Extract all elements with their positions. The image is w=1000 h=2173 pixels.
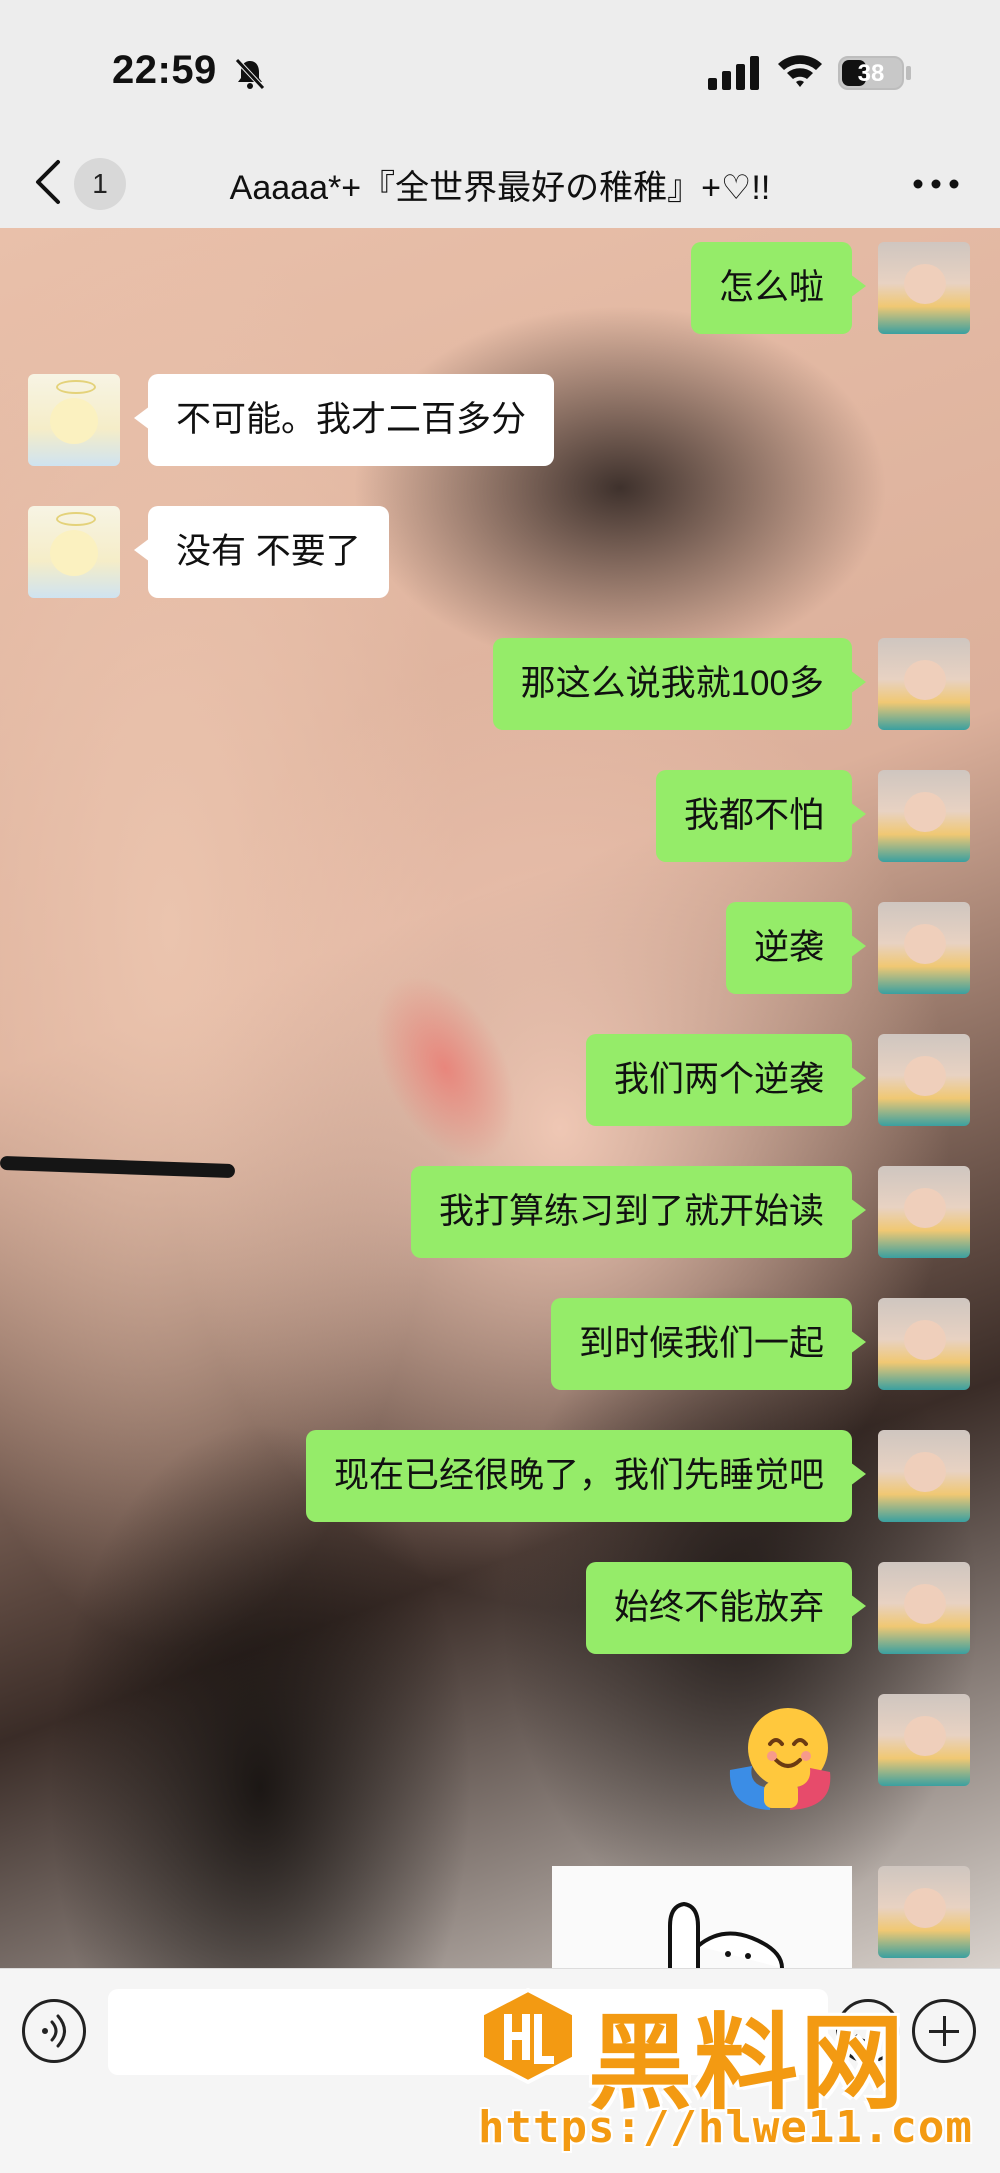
voice-input-button[interactable] [22, 1999, 86, 2063]
image-message[interactable] [552, 1866, 852, 1968]
watermark-logo [480, 1988, 576, 2084]
my-avatar[interactable] [878, 1562, 970, 1654]
chat-title: Aaaaa*+『全世界最好の稚稚』+♡!! [229, 169, 771, 207]
incoming-message-bubble[interactable]: 不可能。我才二百多分 [133, 374, 555, 466]
my-avatar[interactable] [878, 1034, 970, 1126]
thumbs-up-icon [668, 1901, 784, 1968]
outgoing-message-bubble[interactable]: 我打算练习到了就开始读 [410, 1166, 867, 1258]
background-photo-detail [0, 1155, 236, 1179]
back-chevron-icon[interactable] [30, 156, 70, 208]
unread-count-badge[interactable]: 1 [74, 158, 126, 210]
cellular-signal-icon [708, 56, 759, 90]
my-avatar[interactable] [878, 242, 970, 334]
status-bar: 22:59 38 [0, 0, 1000, 140]
hug-emoji-icon[interactable] [726, 1700, 834, 1812]
watermark-url: https://hlwe11.com [478, 2102, 973, 2153]
incoming-message-bubble[interactable]: 没有 不要了 [134, 506, 389, 598]
more-actions-plus-button[interactable] [912, 1999, 976, 2063]
my-avatar[interactable] [878, 1866, 970, 1958]
battery-nub [906, 66, 911, 80]
outgoing-message-bubble[interactable]: 现在已经很晚了，我们先睡觉吧 [305, 1430, 867, 1522]
outgoing-message-bubble[interactable]: 始终不能放弃 [585, 1562, 867, 1654]
battery-indicator: 38 [838, 56, 904, 90]
more-options-icon[interactable] [908, 164, 964, 204]
status-time: 22:59 [112, 48, 217, 92]
outgoing-message-bubble[interactable]: 我都不怕 [655, 770, 867, 862]
background-photo-detail [345, 951, 545, 1185]
my-avatar[interactable] [878, 1430, 970, 1522]
my-avatar[interactable] [878, 1166, 970, 1258]
outgoing-message-bubble[interactable]: 我们两个逆袭 [585, 1034, 867, 1126]
chat-header: 1 Aaaaa*+『全世界最好の稚稚』+♡!! [0, 140, 1000, 228]
outgoing-message-bubble[interactable]: 到时候我们一起 [550, 1298, 867, 1390]
wifi-icon [778, 55, 822, 87]
battery-percent: 38 [857, 60, 885, 87]
outgoing-message-bubble[interactable]: 逆袭 [725, 902, 867, 994]
my-avatar[interactable] [878, 902, 970, 994]
my-avatar[interactable] [878, 1298, 970, 1390]
contact-avatar[interactable] [28, 506, 120, 598]
my-avatar[interactable] [878, 1694, 970, 1786]
contact-avatar[interactable] [28, 374, 120, 466]
my-avatar[interactable] [878, 638, 970, 730]
outgoing-message-bubble[interactable]: 怎么啦 [690, 242, 867, 334]
voice-icon [42, 2014, 66, 2048]
outgoing-message-bubble[interactable]: 那这么说我就100多 [492, 638, 867, 730]
my-avatar[interactable] [878, 770, 970, 862]
bell-mute-icon [235, 58, 265, 90]
